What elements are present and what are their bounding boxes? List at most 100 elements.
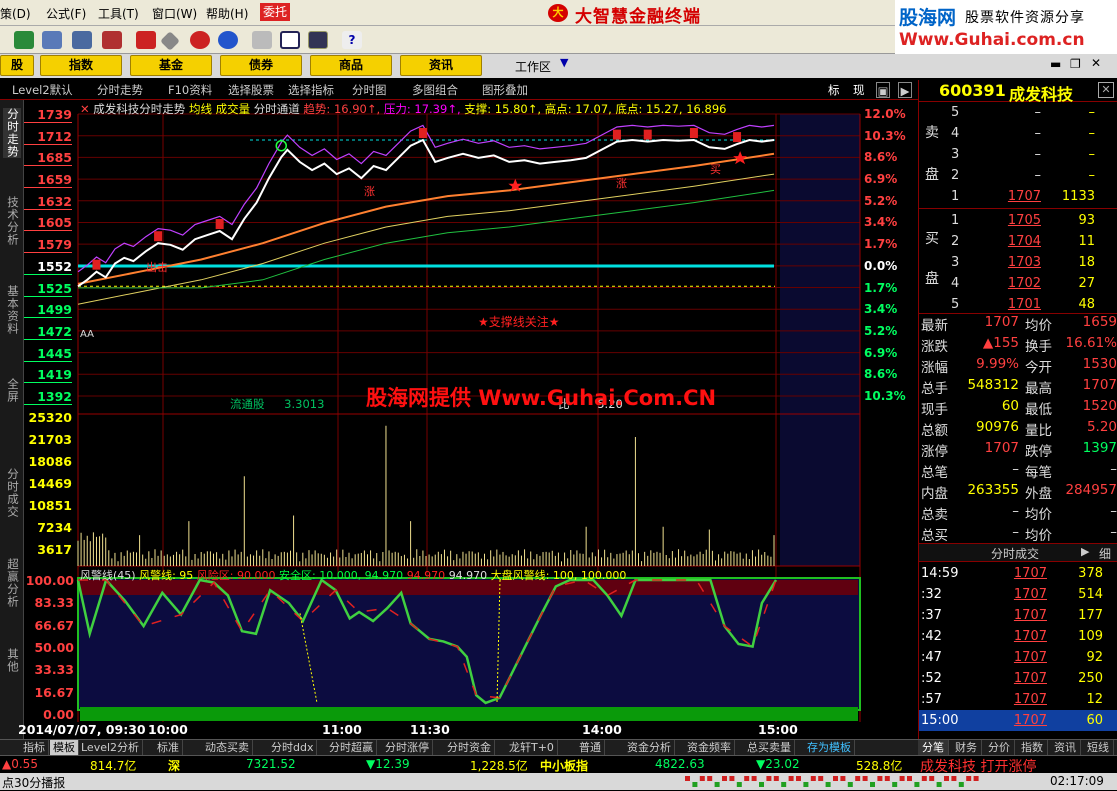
tools-icon[interactable] — [72, 31, 92, 49]
window-icon[interactable] — [280, 31, 300, 49]
vtab-technical[interactable]: 技术分析 — [3, 196, 21, 246]
trade-time: :52 — [921, 671, 942, 686]
pen-icon[interactable] — [102, 31, 122, 49]
indicator-tab[interactable]: 普通 — [576, 740, 605, 756]
menu-tools[interactable]: 工具(T) — [98, 5, 139, 22]
panel-close-icon[interactable]: ✕ — [1098, 82, 1114, 98]
sell-row[interactable]: 4 – – — [919, 124, 1117, 145]
tab-current[interactable]: 现 — [853, 82, 865, 98]
trade-row[interactable]: :42 1707 109 — [919, 626, 1117, 647]
vtab-intraday[interactable]: 分时走势 — [3, 108, 21, 158]
alert-line: 95 — [179, 569, 194, 582]
bond-button[interactable]: 债券 — [220, 55, 302, 76]
buy-price: 1705 — [1007, 213, 1041, 228]
stocks-button[interactable]: 股 — [0, 55, 34, 76]
entrust-button[interactable]: 委托 — [260, 3, 290, 21]
alert-icon[interactable] — [136, 31, 156, 49]
globe-icon[interactable] — [218, 31, 238, 49]
trade-row[interactable]: 15:00 1707 60 — [919, 710, 1117, 731]
trades-arrow-icon[interactable]: ▶ — [1081, 545, 1089, 558]
indicator-tab[interactable]: 分时ddx — [268, 740, 318, 756]
indicator-tab[interactable]: Level2分析 — [78, 740, 144, 756]
quote-row: 最新 1707 均价 1659 — [919, 313, 1117, 334]
book-icon[interactable] — [308, 31, 328, 49]
expand-icon[interactable]: ▶ — [898, 82, 912, 98]
menu-help[interactable]: 帮助(H) — [206, 5, 248, 22]
panel-tab-index[interactable]: 指数 — [1017, 740, 1048, 756]
indicator-tab[interactable]: 龙轩T+0 — [506, 740, 558, 756]
indicator-tab[interactable]: 总买卖量 — [744, 740, 795, 756]
trades-detail[interactable]: 细 — [1099, 545, 1111, 562]
document-icon[interactable] — [252, 31, 272, 49]
chart-icon[interactable] — [14, 31, 34, 49]
close-icon[interactable]: ✕ — [1091, 56, 1101, 70]
trade-row[interactable]: :52 1707 250 — [919, 668, 1117, 689]
buy-row[interactable]: 2 1704 11 — [919, 232, 1117, 253]
tab-level2[interactable]: Level2默认 — [12, 82, 73, 98]
menu-formula[interactable]: 公式(F) — [46, 5, 86, 22]
indicator-tab[interactable]: 资金分析 — [624, 740, 675, 756]
panel-tab-finance[interactable]: 财务 — [951, 740, 982, 756]
panel-tab-news[interactable]: 资讯 — [1050, 740, 1081, 756]
tab-overlay[interactable]: 图形叠加 — [482, 82, 528, 98]
menu-window[interactable]: 窗口(W) — [152, 5, 197, 22]
sell-row[interactable]: 3 – – — [919, 145, 1117, 166]
panel-tab-ticks[interactable]: 分笔 — [918, 740, 949, 756]
indicator-tab[interactable]: 存为模板 — [804, 740, 855, 756]
workspace-label[interactable]: 工作区 — [515, 58, 551, 75]
restore-icon[interactable]: ❐ — [1070, 57, 1081, 71]
tab-mark[interactable]: 标 — [828, 82, 840, 98]
buy-row[interactable]: 1 1705 93 — [919, 211, 1117, 232]
commodity-button[interactable]: 商品 — [310, 55, 392, 76]
indicator-tab[interactable]: 分时涨停 — [382, 740, 433, 756]
pct-tick-label: 1.7% — [864, 237, 898, 252]
diamond-icon[interactable] — [160, 31, 180, 51]
fund-button[interactable]: 基金 — [130, 55, 212, 76]
sell-row[interactable]: 1 1707 1133 — [919, 187, 1117, 208]
broadcast-text[interactable]: 点30分播报 — [2, 774, 65, 791]
indicator-tab[interactable]: 动态买卖 — [202, 740, 253, 756]
alert-name: 风警线(45) — [80, 569, 136, 582]
tab-intraday-chart[interactable]: 分时图 — [352, 82, 387, 98]
vtab-fundamentals[interactable]: 基本资料 — [3, 285, 21, 335]
indicator-tab[interactable]: 指标 — [20, 740, 49, 756]
tab-intraday[interactable]: 分时走势 — [97, 82, 143, 98]
menu-strategy[interactable]: 策(D) — [0, 5, 31, 22]
panel-tab-short[interactable]: 短线 — [1083, 740, 1114, 756]
tab-multi-chart[interactable]: 多图组合 — [412, 82, 458, 98]
quote-row: 涨幅 9.99% 今开 1530 — [919, 355, 1117, 376]
vtab-fullscreen[interactable]: 全屏 — [3, 378, 21, 403]
trade-row[interactable]: :32 1707 514 — [919, 584, 1117, 605]
indicator-tab[interactable]: 资金频率 — [684, 740, 735, 756]
help-icon[interactable]: ? — [342, 31, 362, 49]
indicator-tab[interactable]: 标准 — [154, 740, 183, 756]
sell-volume: – — [1088, 105, 1096, 120]
buy-row[interactable]: 3 1703 18 — [919, 253, 1117, 274]
buy-row[interactable]: 4 1702 27 — [919, 274, 1117, 295]
breadth-cell — [921, 776, 927, 781]
record-icon[interactable] — [190, 31, 210, 49]
binoculars-icon[interactable] — [42, 31, 62, 49]
panel-tab-price[interactable]: 分价 — [984, 740, 1015, 756]
indicator-tab[interactable]: 模板 — [50, 740, 79, 756]
vtab-ticks[interactable]: 分时成交 — [3, 468, 21, 518]
indicator-tab[interactable]: 分时资金 — [444, 740, 495, 756]
tab-select-indicator[interactable]: 选择指标 — [288, 82, 334, 98]
sell-row[interactable]: 2 – – — [919, 166, 1117, 187]
quote-value: – — [1012, 524, 1019, 540]
tab-select-stock[interactable]: 选择股票 — [228, 82, 274, 98]
news-button[interactable]: 资讯 — [400, 55, 482, 76]
index-button[interactable]: 指数 — [40, 55, 122, 76]
minimize-icon[interactable]: ▬ — [1050, 57, 1061, 71]
workspace-dropdown-icon[interactable]: ▼ — [560, 56, 568, 69]
sell-row[interactable]: 5 – – — [919, 103, 1117, 124]
vtab-other[interactable]: 其他 — [3, 648, 21, 673]
trade-row[interactable]: 14:59 1707 378 — [919, 563, 1117, 584]
tab-f10[interactable]: F10资料 — [168, 82, 212, 98]
popup-icon[interactable]: ▣ — [876, 82, 890, 98]
trade-row[interactable]: :47 1707 92 — [919, 647, 1117, 668]
indicator-tab[interactable]: 分时超赢 — [326, 740, 377, 756]
vtab-super[interactable]: 超赢分析 — [3, 558, 21, 608]
trade-row[interactable]: :57 1707 12 — [919, 689, 1117, 710]
trade-row[interactable]: :37 1707 177 — [919, 605, 1117, 626]
